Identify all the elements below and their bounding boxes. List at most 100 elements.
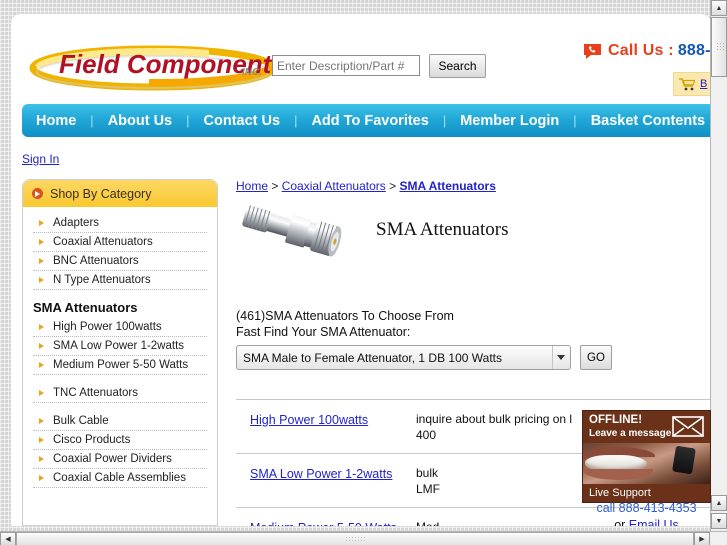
go-button[interactable]: GO bbox=[580, 345, 612, 370]
sidebar-item-high-power-100watts[interactable]: High Power 100watts bbox=[33, 318, 207, 337]
sma-attenuator-connector-image bbox=[242, 205, 342, 257]
arrow-right-icon bbox=[39, 220, 44, 226]
photo-detail bbox=[583, 469, 653, 480]
site-logo[interactable]: Field Components INC. bbox=[29, 36, 279, 94]
product-link-medium-power[interactable]: Medium Power 5-50 Watts bbox=[250, 521, 397, 526]
arrow-right-icon bbox=[39, 324, 44, 330]
live-support-header: OFFLINE! Leave a message bbox=[583, 411, 710, 443]
main-navigation: Home | About Us | Contact Us | Add To Fa… bbox=[22, 104, 711, 137]
basket-link[interactable]: B bbox=[700, 78, 707, 90]
call-us-number: 888-4 bbox=[677, 42, 711, 59]
arrow-right-icon bbox=[39, 418, 44, 424]
sidebar-header: Shop By Category bbox=[23, 180, 217, 207]
call-us-banner: Call Us : 888-4 bbox=[583, 42, 711, 60]
breadcrumb-home[interactable]: Home bbox=[236, 179, 268, 193]
breadcrumb-current[interactable]: SMA Attenuators bbox=[399, 179, 495, 193]
page-title: SMA Attenuators bbox=[376, 219, 509, 240]
email-us-link[interactable]: Email Us bbox=[629, 518, 679, 526]
product-name-cell: High Power 100watts bbox=[236, 411, 413, 443]
sidebar-item-label: Coaxial Power Dividers bbox=[53, 453, 172, 465]
email-prefix: or bbox=[614, 518, 629, 526]
sidebar-item-cisco-products[interactable]: Cisco Products bbox=[33, 431, 207, 450]
arrow-right-icon bbox=[39, 258, 44, 264]
arrow-right-icon bbox=[39, 343, 44, 349]
product-desc-line: Med bbox=[416, 519, 439, 526]
sidebar-item-label: Adapters bbox=[53, 217, 100, 229]
product-desc-cell: Med Atte bbox=[413, 519, 439, 526]
product-name-cell: Medium Power 5-50 Watts bbox=[236, 519, 413, 526]
sign-in-link[interactable]: Sign In bbox=[22, 152, 59, 166]
nav-item-about-us[interactable]: About Us bbox=[94, 113, 186, 129]
scroll-up-button[interactable]: ▲ bbox=[711, 0, 727, 16]
product-link-high-power-100watts[interactable]: High Power 100watts bbox=[250, 413, 368, 427]
breadcrumb-parent[interactable]: Coaxial Attenuators bbox=[282, 179, 386, 193]
scroll-right-button[interactable]: ▶ bbox=[694, 532, 710, 545]
scroll-left-button[interactable]: ◀ bbox=[0, 532, 16, 545]
product-desc-line: bulk bbox=[416, 466, 439, 480]
sidebar-item-bnc-attenuators[interactable]: BNC Attenuators bbox=[33, 252, 207, 271]
svg-text:INC.: INC. bbox=[242, 67, 262, 78]
sidebar-group-sma-attenuators: SMA Attenuators bbox=[33, 300, 138, 315]
arrow-right-icon bbox=[39, 277, 44, 283]
sidebar-item-coaxial-power-dividers[interactable]: Coaxial Power Dividers bbox=[33, 450, 207, 469]
search-input[interactable] bbox=[272, 55, 420, 76]
sidebar-item-label: TNC Attenuators bbox=[53, 387, 139, 399]
envelope-icon bbox=[672, 416, 704, 437]
sidebar-item-label: SMA Low Power 1-2watts bbox=[53, 340, 185, 352]
shop-by-category-panel: Shop By Category Adapters Coaxial Attenu… bbox=[22, 179, 218, 526]
nav-item-home[interactable]: Home bbox=[22, 113, 90, 129]
fast-find-row: SMA Male to Female Attenuator, 1 DB 100 … bbox=[236, 345, 711, 370]
sidebar-item-coaxial-attenuators[interactable]: Coaxial Attenuators bbox=[33, 233, 207, 252]
product-desc-line: 400 bbox=[416, 428, 437, 442]
sidebar-title: Shop By Category bbox=[50, 186, 152, 201]
nav-item-member-login[interactable]: Member Login bbox=[446, 113, 573, 129]
sidebar-item-label: Coaxial Attenuators bbox=[53, 236, 153, 248]
sidebar-item-label: Medium Power 5-50 Watts bbox=[53, 359, 189, 371]
orange-play-bullet-icon bbox=[32, 188, 43, 199]
call-us-label: Call Us : bbox=[608, 42, 674, 59]
horizontal-scrollbar[interactable]: ◀ ▶ bbox=[0, 531, 727, 545]
sidebar-item-tnc-attenuators[interactable]: TNC Attenuators bbox=[33, 384, 207, 403]
shopping-cart-icon bbox=[679, 77, 696, 90]
scroll-up-button-2[interactable]: ▲ bbox=[711, 495, 727, 511]
sidebar-item-label: Coaxial Cable Assemblies bbox=[53, 472, 186, 484]
attenuator-select-value: SMA Male to Female Attenuator, 1 DB 100 … bbox=[243, 350, 503, 365]
sidebar-item-n-type-attenuators[interactable]: N Type Attenuators bbox=[33, 271, 207, 290]
sidebar-item-label: High Power 100watts bbox=[53, 321, 162, 333]
photo-detail bbox=[672, 445, 696, 475]
chevron-down-icon bbox=[552, 346, 569, 369]
vertical-scrollbar[interactable]: ▲ ▲ ▼ bbox=[710, 0, 727, 531]
product-desc-line: LMF bbox=[416, 482, 440, 496]
arrow-right-icon bbox=[39, 362, 44, 368]
sidebar-item-adapters[interactable]: Adapters bbox=[33, 214, 207, 233]
search-button[interactable]: Search bbox=[429, 54, 486, 78]
arrow-right-icon bbox=[39, 475, 44, 481]
product-count-text: (461)SMA Attenuators To Choose From bbox=[236, 309, 454, 323]
basket-widget[interactable]: B bbox=[673, 72, 711, 96]
scroll-down-button[interactable]: ▼ bbox=[711, 513, 727, 529]
product-desc-line: inquire about bulk pricing on l bbox=[416, 412, 573, 426]
arrow-right-icon bbox=[39, 239, 44, 245]
vertical-scroll-thumb[interactable] bbox=[711, 17, 727, 77]
sidebar-list: Adapters Coaxial Attenuators BNC Attenua… bbox=[23, 207, 217, 488]
live-support-widget[interactable]: OFFLINE! Leave a message Live Support bbox=[582, 410, 711, 503]
sidebar-item-label: Cisco Products bbox=[53, 434, 131, 446]
product-header: SMA Attenuators bbox=[236, 197, 711, 269]
horizontal-scroll-thumb[interactable] bbox=[16, 532, 694, 545]
nav-item-add-to-favorites[interactable]: Add To Favorites bbox=[297, 113, 442, 129]
browser-page: Field Components INC. Search Call Us : 8… bbox=[11, 14, 711, 526]
attenuator-select[interactable]: SMA Male to Female Attenuator, 1 DB 100 … bbox=[236, 345, 571, 370]
sidebar-item-coaxial-cable-assemblies[interactable]: Coaxial Cable Assemblies bbox=[33, 469, 207, 488]
sidebar-item-bulk-cable[interactable]: Bulk Cable bbox=[33, 412, 207, 431]
live-support-phone: call 888-413-4353 bbox=[596, 501, 697, 515]
nav-item-contact-us[interactable]: Contact Us bbox=[190, 113, 295, 129]
nav-item-basket-contents[interactable]: Basket Contents bbox=[577, 113, 711, 129]
sidebar-item-sma-low-power[interactable]: SMA Low Power 1-2watts bbox=[33, 337, 207, 356]
product-link-sma-low-power[interactable]: SMA Low Power 1-2watts bbox=[250, 467, 392, 481]
arrow-right-icon bbox=[39, 390, 44, 396]
breadcrumb-separator: > bbox=[268, 179, 282, 193]
product-desc-cell: bulk LMF bbox=[413, 465, 440, 497]
sidebar-item-medium-power[interactable]: Medium Power 5-50 Watts bbox=[33, 356, 207, 375]
